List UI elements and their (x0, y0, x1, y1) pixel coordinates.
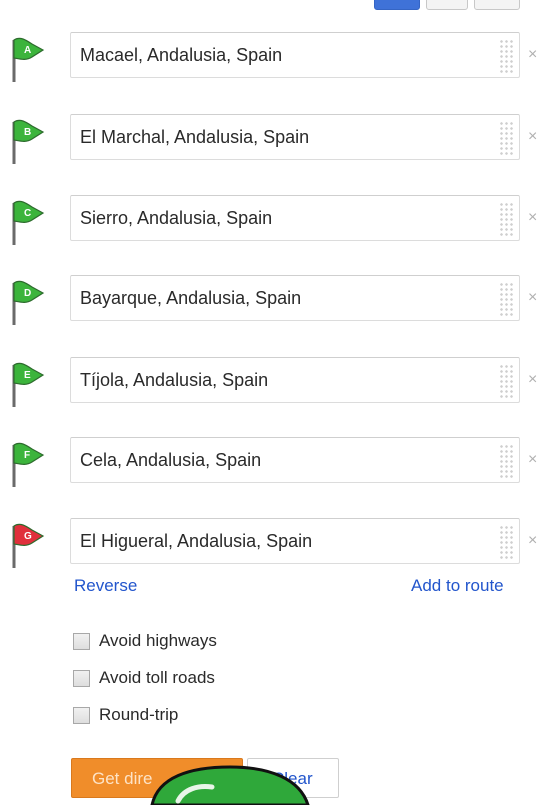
waypoint-row: C Sierro, Andalusia, Spain × (0, 195, 539, 255)
waypoint-row: G El Higueral, Andalusia, Spain × (0, 518, 539, 578)
waypoint-row: A Macael, Andalusia, Spain × (0, 32, 539, 92)
waypoint-row: F Cela, Andalusia, Spain × (0, 437, 539, 497)
remove-waypoint-icon[interactable]: × (528, 209, 537, 227)
checkbox[interactable] (73, 670, 90, 687)
flag-marker-icon[interactable]: D (10, 277, 46, 327)
remove-waypoint-icon[interactable]: × (528, 451, 537, 469)
waypoint-value: El Marchal, Andalusia, Spain (80, 127, 310, 147)
drag-handle-icon[interactable] (499, 525, 513, 559)
flag-marker-icon[interactable]: A (10, 34, 46, 84)
waypoint-input[interactable]: Tíjola, Andalusia, Spain (70, 357, 520, 403)
option-label: Avoid highways (99, 631, 217, 650)
remove-waypoint-icon[interactable]: × (528, 532, 537, 550)
flag-letter: D (24, 288, 31, 299)
drag-handle-icon[interactable] (499, 202, 513, 236)
flag-marker-icon[interactable]: E (10, 359, 46, 409)
get-directions-label: Get dire (92, 769, 153, 788)
waypoint-input[interactable]: Cela, Andalusia, Spain (70, 437, 520, 483)
flag-marker-icon[interactable]: F (10, 439, 46, 489)
drag-handle-icon[interactable] (499, 282, 513, 316)
flag-marker-icon[interactable]: B (10, 116, 46, 166)
flag-letter: A (24, 45, 31, 56)
waypoint-input[interactable]: El Marchal, Andalusia, Spain (70, 114, 520, 160)
remove-waypoint-icon[interactable]: × (528, 46, 537, 64)
waypoint-row: E Tíjola, Andalusia, Spain × (0, 357, 539, 417)
remove-waypoint-icon[interactable]: × (528, 371, 537, 389)
waypoint-input[interactable]: Bayarque, Andalusia, Spain (70, 275, 520, 321)
drag-handle-icon[interactable] (499, 444, 513, 478)
flag-letter: E (24, 370, 31, 381)
option-label: Avoid toll roads (99, 668, 215, 687)
waypoint-input[interactable]: El Higueral, Andalusia, Spain (70, 518, 520, 564)
waypoint-value: El Higueral, Andalusia, Spain (80, 531, 313, 551)
flag-letter: B (24, 127, 31, 138)
waypoint-value: Tíjola, Andalusia, Spain (80, 370, 269, 390)
drag-handle-icon[interactable] (499, 364, 513, 398)
drag-handle-icon[interactable] (499, 121, 513, 155)
flag-marker-icon[interactable]: C (10, 197, 46, 247)
flag-letter: C (24, 208, 31, 219)
drag-handle-icon[interactable] (499, 39, 513, 73)
mode-button-driving[interactable] (374, 0, 420, 10)
flag-letter: G (24, 531, 32, 542)
remove-waypoint-icon[interactable]: × (528, 289, 537, 307)
waypoint-input[interactable]: Macael, Andalusia, Spain (70, 32, 520, 78)
waypoint-input[interactable]: Sierro, Andalusia, Spain (70, 195, 520, 241)
green-cursor-overlay (150, 765, 310, 805)
reverse-link[interactable]: Reverse (74, 576, 137, 596)
waypoint-value: Macael, Andalusia, Spain (80, 45, 283, 65)
checkbox[interactable] (73, 633, 90, 650)
add-to-route-link[interactable]: Add to route (411, 576, 504, 596)
waypoint-value: Cela, Andalusia, Spain (80, 450, 262, 470)
waypoint-value: Sierro, Andalusia, Spain (80, 208, 273, 228)
flag-letter: F (24, 450, 30, 461)
option-label: Round-trip (99, 705, 179, 724)
checkbox[interactable] (73, 707, 90, 724)
waypoint-value: Bayarque, Andalusia, Spain (80, 288, 302, 308)
remove-waypoint-icon[interactable]: × (528, 128, 537, 146)
mode-button-walking[interactable] (474, 0, 520, 10)
mode-button-transit[interactable] (426, 0, 468, 10)
waypoint-row: B El Marchal, Andalusia, Spain × (0, 114, 539, 174)
flag-marker-icon[interactable]: G (10, 520, 46, 570)
waypoint-row: D Bayarque, Andalusia, Spain × (0, 275, 539, 335)
